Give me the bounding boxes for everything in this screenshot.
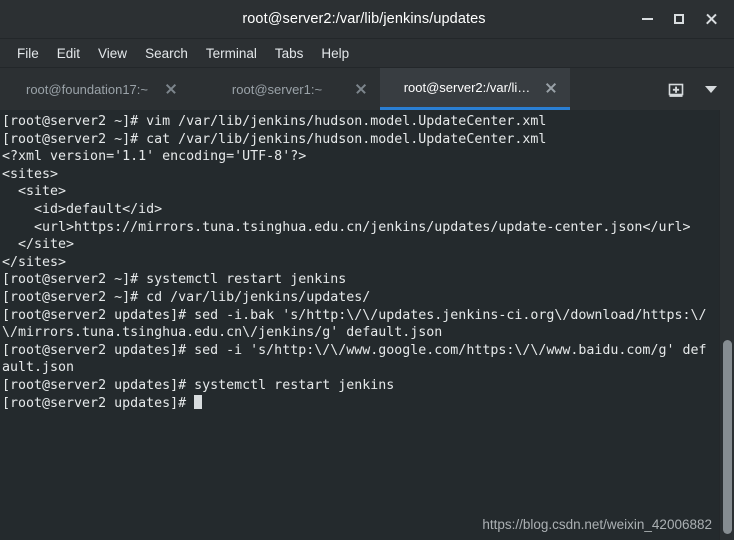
- close-button[interactable]: [696, 5, 726, 33]
- chevron-down-icon: [705, 85, 717, 93]
- tab-bar-actions: [658, 68, 734, 110]
- close-icon: [705, 13, 718, 26]
- minimize-icon: [641, 18, 653, 20]
- tab-label: root@foundation17:~: [26, 81, 148, 97]
- menu-item-search[interactable]: Search: [136, 43, 197, 64]
- menu-item-terminal[interactable]: Terminal: [197, 43, 266, 64]
- title-bar: root@server2:/var/lib/jenkins/updates: [0, 0, 734, 39]
- tab-list-button[interactable]: [694, 74, 728, 104]
- window-controls: [632, 5, 734, 33]
- tab-label: root@server2:/var/li…: [403, 80, 531, 95]
- tab-foundation17[interactable]: root@foundation17:~: [0, 68, 190, 110]
- terminal-window: root@server2:/var/lib/jenkins/updates Fi…: [0, 0, 734, 540]
- tab-bar: root@foundation17:~ root@server1:~ root@…: [0, 68, 734, 110]
- terminal-output: [root@server2 ~]# vim /var/lib/jenkins/h…: [2, 113, 714, 412]
- terminal-scrollbar[interactable]: [719, 110, 734, 540]
- tab-label: root@server1:~: [231, 81, 323, 97]
- terminal-text: [root@server2 ~]# vim /var/lib/jenkins/h…: [2, 114, 707, 411]
- menu-item-tabs[interactable]: Tabs: [266, 43, 313, 64]
- maximize-button[interactable]: [664, 5, 694, 33]
- window-title: root@server2:/var/lib/jenkins/updates: [242, 11, 486, 27]
- menu-item-file[interactable]: File: [8, 43, 48, 64]
- tab-server1[interactable]: root@server1:~: [190, 68, 380, 110]
- tab-close-icon[interactable]: [540, 77, 562, 99]
- tab-close-icon[interactable]: [350, 78, 372, 100]
- scrollbar-thumb[interactable]: [723, 340, 732, 534]
- menu-item-help[interactable]: Help: [312, 43, 358, 64]
- tab-server2[interactable]: root@server2:/var/li…: [380, 68, 570, 110]
- terminal-cursor: [194, 394, 203, 409]
- new-tab-icon: [668, 83, 684, 97]
- terminal-area[interactable]: [root@server2 ~]# vim /var/lib/jenkins/h…: [0, 110, 734, 540]
- watermark-text: https://blog.csdn.net/weixin_42006882: [482, 517, 712, 532]
- minimize-button[interactable]: [632, 5, 662, 33]
- menu-item-edit[interactable]: Edit: [48, 43, 89, 64]
- new-tab-button[interactable]: [658, 74, 694, 104]
- menu-item-view[interactable]: View: [89, 43, 136, 64]
- tab-strip: root@foundation17:~ root@server1:~ root@…: [0, 68, 658, 110]
- tab-close-icon[interactable]: [160, 78, 182, 100]
- maximize-icon: [674, 14, 684, 24]
- menu-bar: File Edit View Search Terminal Tabs Help: [0, 39, 734, 68]
